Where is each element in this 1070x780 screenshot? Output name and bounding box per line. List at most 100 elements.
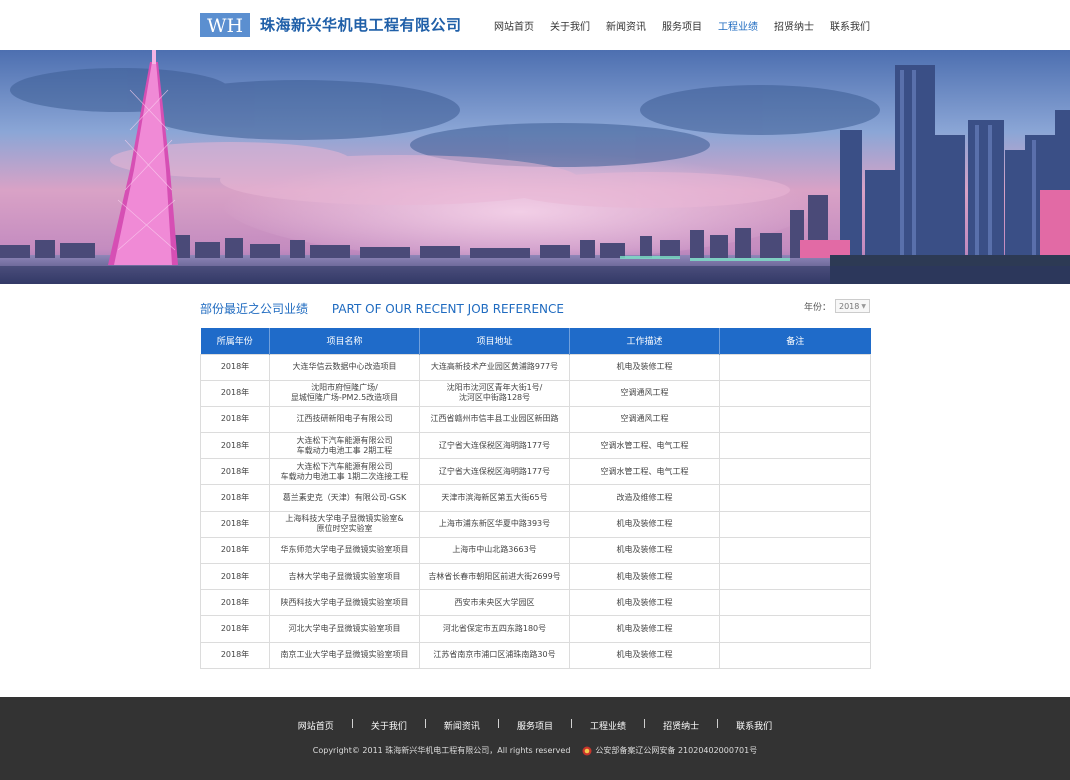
- table-cell: 河北大学电子显微镜实验室项目: [269, 615, 420, 643]
- footer-nav-separator: |: [716, 719, 720, 729]
- year-select[interactable]: 2018 ▼: [835, 299, 870, 313]
- table-row: 2018年 南京工业大学电子显微镜实验室项目 江苏省南京市浦口区浦珠南路30号 机电及…: [200, 641, 871, 669]
- table-cell: 华东师范大学电子显微镜实验室项目: [269, 536, 420, 565]
- table-cell: 上海市中山北路3663号: [419, 536, 570, 565]
- table-cell: 上海市浦东新区华夏中路393号: [419, 510, 570, 538]
- table-cell: [719, 589, 871, 617]
- table-cell: 大连松下汽车能源有限公司 车载动力电池工事 2期工程: [269, 432, 420, 460]
- footer-nav-separator: |: [423, 719, 427, 729]
- footer-nav-separator: |: [570, 719, 574, 729]
- table-cell: 沈阳市沈河区青年大街1号/沈河区中街路128号: [419, 379, 570, 407]
- table-cell: 2018年: [200, 432, 270, 460]
- column-header-0: 所属年份: [200, 328, 270, 354]
- nav-item-1[interactable]: 关于我们: [550, 18, 590, 33]
- table-cell: 2018年: [200, 510, 270, 538]
- city-skyline-image: [0, 50, 1070, 284]
- column-header-1: 项目名称: [269, 328, 420, 354]
- nav-item-5[interactable]: 招贤纳士: [774, 18, 814, 33]
- footer-nav-item-1[interactable]: 关于我们: [371, 719, 407, 732]
- section-title: 部份最近之公司业绩 PART OF OUR RECENT JOB REFEREN…: [200, 300, 564, 317]
- footer-nav-separator: |: [496, 719, 500, 729]
- table-cell: 江西技研新阳电子有限公司: [269, 405, 420, 434]
- footer-nav-separator: |: [350, 719, 354, 729]
- table-cell: 2018年: [200, 641, 270, 669]
- table-cell: 机电及装修工程: [569, 353, 720, 381]
- table-row: 2018年 葛兰素史克（天津）有限公司-GSK 天津市滨海新区第五大街65号 改造及维…: [200, 484, 871, 512]
- footer-copyright-line: Copyright© 2011 珠海新兴华机电工程有限公司，All rights…: [0, 745, 1070, 756]
- table-cell: 辽宁省大连保税区海明路177号: [419, 458, 570, 486]
- table-cell: [719, 536, 871, 565]
- nav-item-6[interactable]: 联系我们: [830, 18, 870, 33]
- table-row: 2018年 大连松下汽车能源有限公司 车载动力电池工事 2期工程 辽宁省大连保税区海明…: [200, 432, 871, 460]
- table-cell: 南京工业大学电子显微镜实验室项目: [269, 641, 420, 669]
- table-cell: 2018年: [200, 458, 270, 486]
- column-header-4: 备注: [719, 328, 871, 354]
- logo-mark-icon: WH: [207, 15, 243, 37]
- table-cell: [719, 562, 871, 591]
- project-table: 所属年份 项目名称 项目地址 工作描述 备注 2018年 大连华信云数据中心改造项目 大连高…: [200, 328, 871, 669]
- table-row: 2018年 沈阳市府恒隆广场/显城恒隆广场-PM2.5改造项目 沈阳市沈河区青年大街…: [200, 379, 871, 407]
- copyright-text: Copyright© 2011 珠海新兴华机电工程有限公司，All rights…: [312, 746, 571, 755]
- table-cell: 沈阳市府恒隆广场/显城恒隆广场-PM2.5改造项目: [269, 379, 420, 407]
- table-cell: 大连高新技术产业园区黄浦路977号: [419, 353, 570, 381]
- table-row: 2018年 河北大学电子显微镜实验室项目 河北省保定市五四东路180号 机电及装修工程: [200, 615, 871, 643]
- table-cell: 2018年: [200, 615, 270, 643]
- table-cell: 2018年: [200, 536, 270, 565]
- table-cell: 机电及装修工程: [569, 641, 720, 669]
- table-cell: 江苏省南京市浦口区浦珠南路30号: [419, 641, 570, 669]
- table-row: 2018年 华东师范大学电子显微镜实验室项目 上海市中山北路3663号 机电及装修工程: [200, 536, 871, 565]
- table-cell: 2018年: [200, 589, 270, 617]
- table-cell: 天津市滨海新区第五大街65号: [419, 484, 570, 512]
- table-cell: [719, 615, 871, 643]
- year-select-value: 2018: [839, 301, 860, 311]
- nav-item-4[interactable]: 工程业绩: [718, 18, 758, 33]
- footer-nav-item-4[interactable]: 工程业绩: [590, 719, 626, 732]
- section-title-en: PART OF OUR RECENT JOB REFERENCE: [331, 302, 564, 316]
- table-cell: 上海科技大学电子显微镜实验室& 原位时空实验室: [269, 510, 420, 538]
- footer-nav-item-2[interactable]: 新闻资讯: [444, 719, 480, 732]
- table-cell: [719, 432, 871, 460]
- table-cell: [719, 641, 871, 669]
- site-header: WH 珠海新兴华机电工程有限公司 网站首页 关于我们 新闻资讯 服务项目 工程业绩 招贤纳…: [0, 0, 1070, 50]
- table-cell: 空调水管工程、电气工程: [569, 458, 720, 486]
- footer-nav-item-0[interactable]: 网站首页: [298, 719, 334, 732]
- table-row: 2018年 上海科技大学电子显微镜实验室& 原位时空实验室 上海市浦东新区华夏中路39…: [200, 510, 871, 538]
- year-filter-label: 年份：: [803, 302, 831, 313]
- column-header-2: 项目地址: [419, 328, 570, 354]
- table-cell: [719, 510, 871, 538]
- footer-nav: 网站首页 | 关于我们 | 新闻资讯 | 服务项目 | 工程业绩 | 招贤纳士 | 联系我们: [0, 719, 1070, 732]
- footer-nav-item-6[interactable]: 联系我们: [736, 719, 772, 732]
- table-cell: [719, 405, 871, 434]
- main-nav: 网站首页 关于我们 新闻资讯 服务项目 工程业绩 招贤纳士 联系我们: [478, 18, 870, 33]
- table-cell: 辽宁省大连保税区海明路177号: [419, 432, 570, 460]
- footer-nav-item-5[interactable]: 招贤纳士: [663, 719, 699, 732]
- table-cell: 陕西科技大学电子显微镜实验室项目: [269, 589, 420, 617]
- table-row: 2018年 江西技研新阳电子有限公司 江西省赣州市信丰县工业园区新田路 空调通风工程: [200, 405, 871, 434]
- table-row: 2018年 陕西科技大学电子显微镜实验室项目 西安市未央区大学园区 机电及装修工程: [200, 589, 871, 617]
- company-logo[interactable]: WH: [200, 13, 250, 37]
- table-cell: 吉林省长春市朝阳区前进大街2699号: [419, 562, 570, 591]
- table-cell: 空调水管工程、电气工程: [569, 432, 720, 460]
- police-record-link[interactable]: 公安部备案辽公网安备 21020402000701号: [595, 745, 757, 756]
- table-cell: 大连华信云数据中心改造项目: [269, 353, 420, 381]
- nav-item-3[interactable]: 服务项目: [662, 18, 702, 33]
- table-cell: 葛兰素史克（天津）有限公司-GSK: [269, 484, 420, 512]
- table-row: 2018年 大连松下汽车能源有限公司 车载动力电池工事 1期二次连接工程 辽宁省大连保…: [200, 458, 871, 486]
- nav-item-0[interactable]: 网站首页: [494, 18, 534, 33]
- table-cell: 机电及装修工程: [569, 589, 720, 617]
- table-cell: 吉林大学电子显微镜实验室项目: [269, 562, 420, 591]
- chevron-down-icon: ▼: [861, 302, 866, 310]
- table-cell: 2018年: [200, 484, 270, 512]
- section-title-cn: 部份最近之公司业绩: [200, 302, 309, 316]
- nav-item-2[interactable]: 新闻资讯: [606, 18, 646, 33]
- svg-text:WH: WH: [207, 15, 243, 37]
- table-cell: 空调通风工程: [569, 405, 720, 434]
- footer-nav-separator: |: [643, 719, 647, 729]
- table-cell: [719, 379, 871, 407]
- table-cell: 西安市未央区大学园区: [419, 589, 570, 617]
- table-cell: 2018年: [200, 353, 270, 381]
- table-cell: 机电及装修工程: [569, 510, 720, 538]
- site-footer: 网站首页 | 关于我们 | 新闻资讯 | 服务项目 | 工程业绩 | 招贤纳士 | 联系我们 Copyr…: [0, 697, 1070, 780]
- footer-nav-item-3[interactable]: 服务项目: [517, 719, 553, 732]
- table-cell: [719, 484, 871, 512]
